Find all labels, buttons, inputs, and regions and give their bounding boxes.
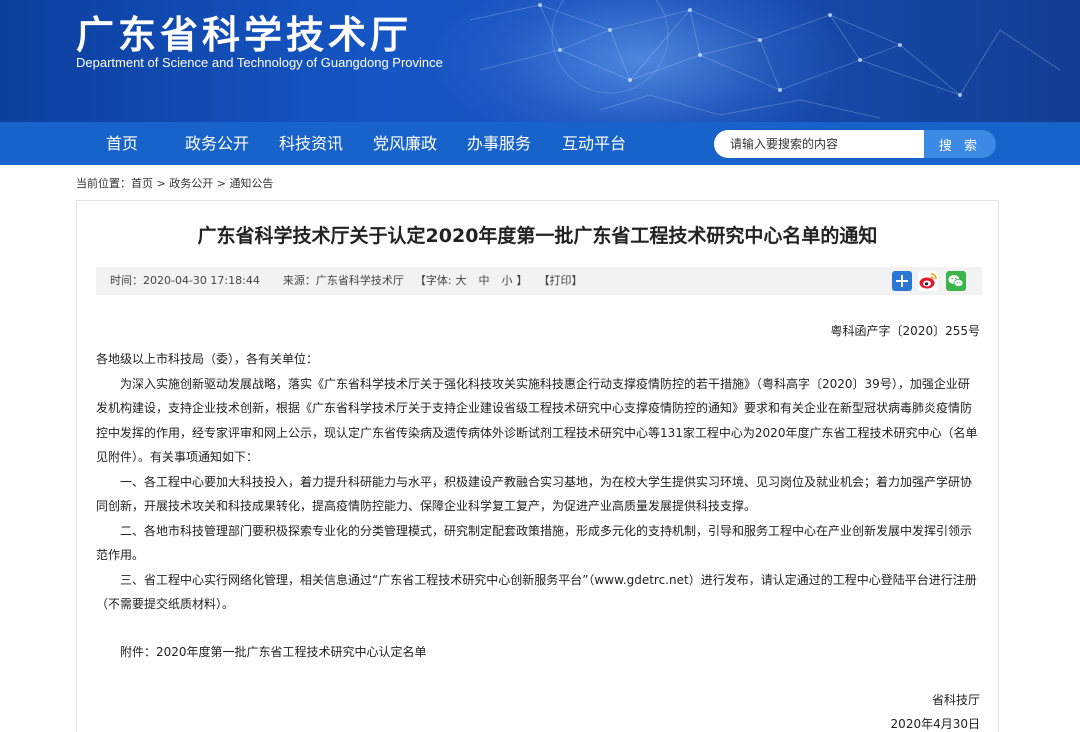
font-size-label: 【字体:: [414, 274, 452, 287]
site-title: 广东省科学技术厅: [76, 13, 413, 57]
body-paragraph: 三、省工程中心实行网络化管理，相关信息通过“广东省工程技术研究中心创新服务平台”…: [96, 572, 977, 612]
breadcrumb-prefix: 当前位置：: [76, 177, 131, 190]
font-size-medium[interactable]: 中: [479, 274, 490, 287]
nav-item-home[interactable]: 首页: [106, 122, 138, 165]
article-panel: 广东省科学技术厅关于认定2020年度第一批广东省工程技术研究中心名单的通知 时间…: [76, 200, 999, 732]
search-input[interactable]: [714, 130, 924, 158]
nav-item-government-affairs[interactable]: 政务公开: [185, 122, 249, 165]
breadcrumb-government-affairs[interactable]: 政务公开: [169, 177, 213, 190]
site-subtitle-en: Department of Science and Technology of …: [76, 55, 443, 70]
article-source: 来源：广东省科学技术厅: [282, 274, 404, 287]
share-wechat-icon[interactable]: [946, 271, 966, 291]
font-size-label-end: 】: [516, 274, 528, 287]
body-paragraph: 一、各工程中心要加大科技投入，着力提升科研能力与水平，积极建设产教融合实习基地，…: [96, 474, 973, 514]
article-title: 广东省科学技术厅关于认定2020年度第一批广东省工程技术研究中心名单的通知: [197, 225, 878, 247]
font-size-small[interactable]: 小: [502, 274, 513, 287]
salutation: 各地级以上市科技局（委），各有关单位：: [96, 352, 319, 366]
share-weibo-icon[interactable]: [918, 271, 938, 291]
site-banner: 广东省科学技术厅 Department of Science and Techn…: [0, 0, 1080, 122]
signature-org: 省科技厅: [931, 693, 980, 707]
share-plus-icon[interactable]: [892, 271, 912, 291]
breadcrumb-notices[interactable]: 通知公告: [229, 177, 273, 190]
nav-item-services[interactable]: 办事服务: [467, 122, 531, 165]
document-number: 粤科函产字〔2020〕255号: [830, 324, 980, 338]
nav-item-tech-news[interactable]: 科技资讯: [279, 122, 343, 165]
article-meta-bar: 时间：2020-04-30 17:18:44 来源：广东省科学技术厅 【字体: 大…: [96, 267, 982, 295]
publish-time: 时间：2020-04-30 17:18:44: [110, 274, 260, 287]
body-paragraph: 二、各地市科技管理部门要积极探索专业化的分类管理模式，研究制定配套政策措施，形成…: [96, 523, 973, 563]
article-body: 各地级以上市科技局（委），各有关单位： 为深入实施创新驱动发展战略，落实《广东省…: [96, 347, 980, 617]
nav-item-integrity[interactable]: 党风廉政: [373, 122, 437, 165]
breadcrumb-separator: >: [153, 177, 170, 190]
attachment-link[interactable]: 附件：2020年度第一批广东省工程技术研究中心认定名单: [120, 643, 427, 660]
breadcrumb-home[interactable]: 首页: [131, 177, 153, 190]
body-paragraph: 为深入实施创新驱动发展战略，落实《广东省科学技术厅关于强化科技攻关实施科技惠企行…: [96, 376, 978, 465]
search-button[interactable]: 搜 索: [924, 130, 996, 158]
print-link[interactable]: 【打印】: [539, 274, 583, 287]
breadcrumb-separator: >: [213, 177, 230, 190]
nav-item-interaction[interactable]: 互动平台: [562, 122, 626, 165]
breadcrumb: 当前位置：首页 > 政务公开 > 通知公告: [76, 175, 273, 191]
signature-date: 2020年4月30日: [890, 717, 980, 731]
font-size-large[interactable]: 大: [456, 274, 467, 287]
